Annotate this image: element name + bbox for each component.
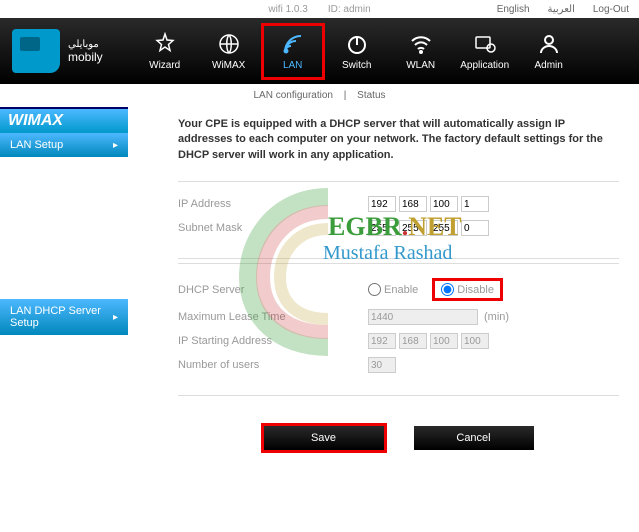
sub-nav: LAN configuration | Status (0, 84, 639, 107)
subnet-octet-3[interactable] (430, 220, 458, 236)
sidebar-item-lan-setup[interactable]: LAN Setup ▸ (0, 133, 128, 157)
header: موبايلي mobily Wizard WiMAX LAN Switch W… (0, 18, 639, 84)
dhcp-disable-radio[interactable] (441, 283, 454, 296)
top-bar: wifi 1.0.3 ID: admin English العربية Log… (0, 0, 639, 18)
start-ip-label: IP Starting Address (178, 335, 368, 347)
version-text: wifi 1.0.3 (268, 4, 307, 15)
logo-icon (12, 29, 60, 73)
nav-switch[interactable]: Switch (325, 23, 389, 80)
ip-octet-2[interactable] (399, 196, 427, 212)
save-button[interactable]: Save (264, 426, 384, 450)
start-octet-4 (461, 333, 489, 349)
id-text: ID: admin (328, 4, 371, 15)
app-icon (473, 32, 497, 56)
dhcp-server-label: DHCP Server (178, 284, 368, 296)
user-icon (537, 32, 561, 56)
nav-wimax[interactable]: WiMAX (197, 23, 261, 80)
main-nav: Wizard WiMAX LAN Switch WLAN Application… (133, 23, 581, 80)
start-octet-1 (368, 333, 396, 349)
power-icon (345, 32, 369, 56)
cancel-button[interactable]: Cancel (414, 426, 534, 450)
wifi-icon (409, 32, 433, 56)
lease-time-input (368, 309, 478, 325)
nav-admin[interactable]: Admin (517, 23, 581, 80)
globe-icon (217, 32, 241, 56)
subnav-lan-config[interactable]: LAN configuration (253, 90, 333, 101)
subnet-label: Subnet Mask (178, 222, 368, 234)
start-octet-3 (430, 333, 458, 349)
nav-lan[interactable]: LAN (261, 23, 325, 80)
users-input (368, 357, 396, 373)
logout-link[interactable]: Log-Out (593, 4, 629, 15)
intro-text: Your CPE is equipped with a DHCP server … (178, 117, 619, 163)
ip-octet-1[interactable] (368, 196, 396, 212)
logo-text: موبايلي mobily (68, 39, 103, 64)
sidebar-header: WIMAX (0, 107, 128, 133)
signal-icon (281, 32, 305, 56)
nav-wlan[interactable]: WLAN (389, 23, 453, 80)
ip-address-label: IP Address (178, 198, 368, 210)
subnav-status[interactable]: Status (357, 90, 385, 101)
subnet-octet-2[interactable] (399, 220, 427, 236)
start-octet-2 (399, 333, 427, 349)
subnet-octet-1[interactable] (368, 220, 396, 236)
dhcp-enable-radio[interactable] (368, 283, 381, 296)
subnet-octet-4[interactable] (461, 220, 489, 236)
lease-unit: (min) (484, 311, 509, 323)
lease-time-label: Maximum Lease Time (178, 311, 368, 323)
chevron-right-icon: ▸ (113, 312, 118, 323)
nav-wizard[interactable]: Wizard (133, 23, 197, 80)
arabic-link[interactable]: العربية (548, 4, 575, 15)
sidebar: WIMAX LAN Setup ▸ LAN DHCP Server Setup … (0, 107, 128, 460)
nav-application[interactable]: Application (453, 23, 517, 80)
sidebar-item-dhcp-setup[interactable]: LAN DHCP Server Setup ▸ (0, 299, 128, 335)
wizard-icon (153, 32, 177, 56)
main-panel: EGBR.NET Mustafa Rashad Your CPE is equi… (128, 107, 639, 460)
ip-octet-4[interactable] (461, 196, 489, 212)
ip-octet-3[interactable] (430, 196, 458, 212)
english-link[interactable]: English (497, 4, 530, 15)
chevron-right-icon: ▸ (113, 140, 118, 151)
users-label: Number of users (178, 359, 368, 371)
